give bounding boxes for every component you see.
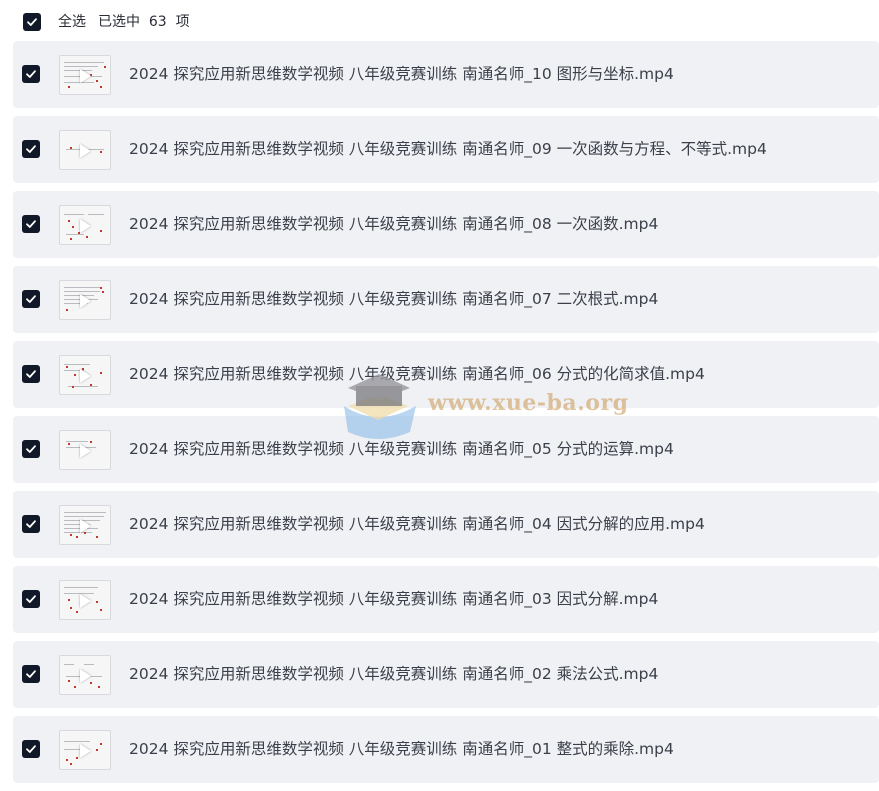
play-icon — [80, 219, 91, 233]
file-row[interactable]: 2024 探究应用新思维数学视频 八年级竞赛训练 南通名师_06 分式的化简求值… — [13, 341, 879, 408]
select-all-checkbox[interactable] — [23, 13, 41, 31]
file-row[interactable]: 2024 探究应用新思维数学视频 八年级竞赛训练 南通名师_08 一次函数.mp… — [13, 191, 879, 258]
checkmark-icon — [26, 220, 36, 228]
checkmark-icon — [26, 670, 36, 678]
file-name[interactable]: 2024 探究应用新思维数学视频 八年级竞赛训练 南通名师_01 整式的乘除.m… — [129, 738, 674, 760]
play-icon — [80, 369, 91, 383]
file-name[interactable]: 2024 探究应用新思维数学视频 八年级竞赛训练 南通名师_03 因式分解.mp… — [129, 588, 658, 610]
file-list: 2024 探究应用新思维数学视频 八年级竞赛训练 南通名师_10 图形与坐标.m… — [13, 41, 879, 791]
play-icon — [80, 144, 91, 158]
file-name[interactable]: 2024 探究应用新思维数学视频 八年级竞赛训练 南通名师_10 图形与坐标.m… — [129, 63, 674, 85]
video-thumbnail[interactable] — [59, 205, 111, 245]
file-checkbox[interactable] — [22, 365, 40, 383]
file-name[interactable]: 2024 探究应用新思维数学视频 八年级竞赛训练 南通名师_07 二次根式.mp… — [129, 288, 658, 310]
file-checkbox[interactable] — [22, 440, 40, 458]
checkmark-icon — [26, 295, 36, 303]
play-icon — [80, 444, 91, 458]
checkmark-icon — [27, 18, 37, 26]
file-row[interactable]: 2024 探究应用新思维数学视频 八年级竞赛训练 南通名师_05 分式的运算.m… — [13, 416, 879, 483]
file-name[interactable]: 2024 探究应用新思维数学视频 八年级竞赛训练 南通名师_09 一次函数与方程… — [129, 138, 767, 160]
file-name[interactable]: 2024 探究应用新思维数学视频 八年级竞赛训练 南通名师_04 因式分解的应用… — [129, 513, 705, 535]
file-checkbox[interactable] — [22, 215, 40, 233]
play-icon — [80, 519, 91, 533]
file-name[interactable]: 2024 探究应用新思维数学视频 八年级竞赛训练 南通名师_02 乘法公式.mp… — [129, 663, 658, 685]
checkmark-icon — [26, 595, 36, 603]
file-row[interactable]: 2024 探究应用新思维数学视频 八年级竞赛训练 南通名师_02 乘法公式.mp… — [13, 641, 879, 708]
file-checkbox[interactable] — [22, 290, 40, 308]
checkmark-icon — [26, 70, 36, 78]
video-thumbnail[interactable] — [59, 655, 111, 695]
file-row[interactable]: 2024 探究应用新思维数学视频 八年级竞赛训练 南通名师_04 因式分解的应用… — [13, 491, 879, 558]
video-thumbnail[interactable] — [59, 130, 111, 170]
video-thumbnail[interactable] — [59, 580, 111, 620]
file-checkbox[interactable] — [22, 740, 40, 758]
selection-header: 全选 已选中 63 项 — [0, 0, 879, 44]
file-checkbox[interactable] — [22, 665, 40, 683]
file-row[interactable]: 2024 探究应用新思维数学视频 八年级竞赛训练 南通名师_01 整式的乘除.m… — [13, 716, 879, 783]
play-icon — [80, 594, 91, 608]
video-thumbnail[interactable] — [59, 280, 111, 320]
checkmark-icon — [26, 145, 36, 153]
file-row[interactable]: 2024 探究应用新思维数学视频 八年级竞赛训练 南通名师_09 一次函数与方程… — [13, 116, 879, 183]
video-thumbnail[interactable] — [59, 505, 111, 545]
file-name[interactable]: 2024 探究应用新思维数学视频 八年级竞赛训练 南通名师_05 分式的运算.m… — [129, 438, 674, 460]
video-thumbnail[interactable] — [59, 55, 111, 95]
file-name[interactable]: 2024 探究应用新思维数学视频 八年级竞赛训练 南通名师_06 分式的化简求值… — [129, 363, 705, 385]
file-checkbox[interactable] — [22, 515, 40, 533]
file-checkbox[interactable] — [22, 590, 40, 608]
checkmark-icon — [26, 520, 36, 528]
file-name[interactable]: 2024 探究应用新思维数学视频 八年级竞赛训练 南通名师_08 一次函数.mp… — [129, 213, 658, 235]
play-icon — [80, 669, 91, 683]
file-row[interactable]: 2024 探究应用新思维数学视频 八年级竞赛训练 南通名师_03 因式分解.mp… — [13, 566, 879, 633]
file-row[interactable]: 2024 探究应用新思维数学视频 八年级竞赛训练 南通名师_10 图形与坐标.m… — [13, 41, 879, 108]
file-checkbox[interactable] — [22, 65, 40, 83]
play-icon — [80, 744, 91, 758]
checkmark-icon — [26, 370, 36, 378]
video-thumbnail[interactable] — [59, 730, 111, 770]
file-checkbox[interactable] — [22, 140, 40, 158]
video-thumbnail[interactable] — [59, 355, 111, 395]
file-row[interactable]: 2024 探究应用新思维数学视频 八年级竞赛训练 南通名师_07 二次根式.mp… — [13, 266, 879, 333]
checkmark-icon — [26, 745, 36, 753]
selected-count-text: 已选中 63 项 — [98, 14, 190, 30]
play-icon — [80, 294, 91, 308]
select-all-label[interactable]: 全选 — [58, 12, 86, 32]
video-thumbnail[interactable] — [59, 430, 111, 470]
checkmark-icon — [26, 445, 36, 453]
play-icon — [80, 69, 91, 83]
